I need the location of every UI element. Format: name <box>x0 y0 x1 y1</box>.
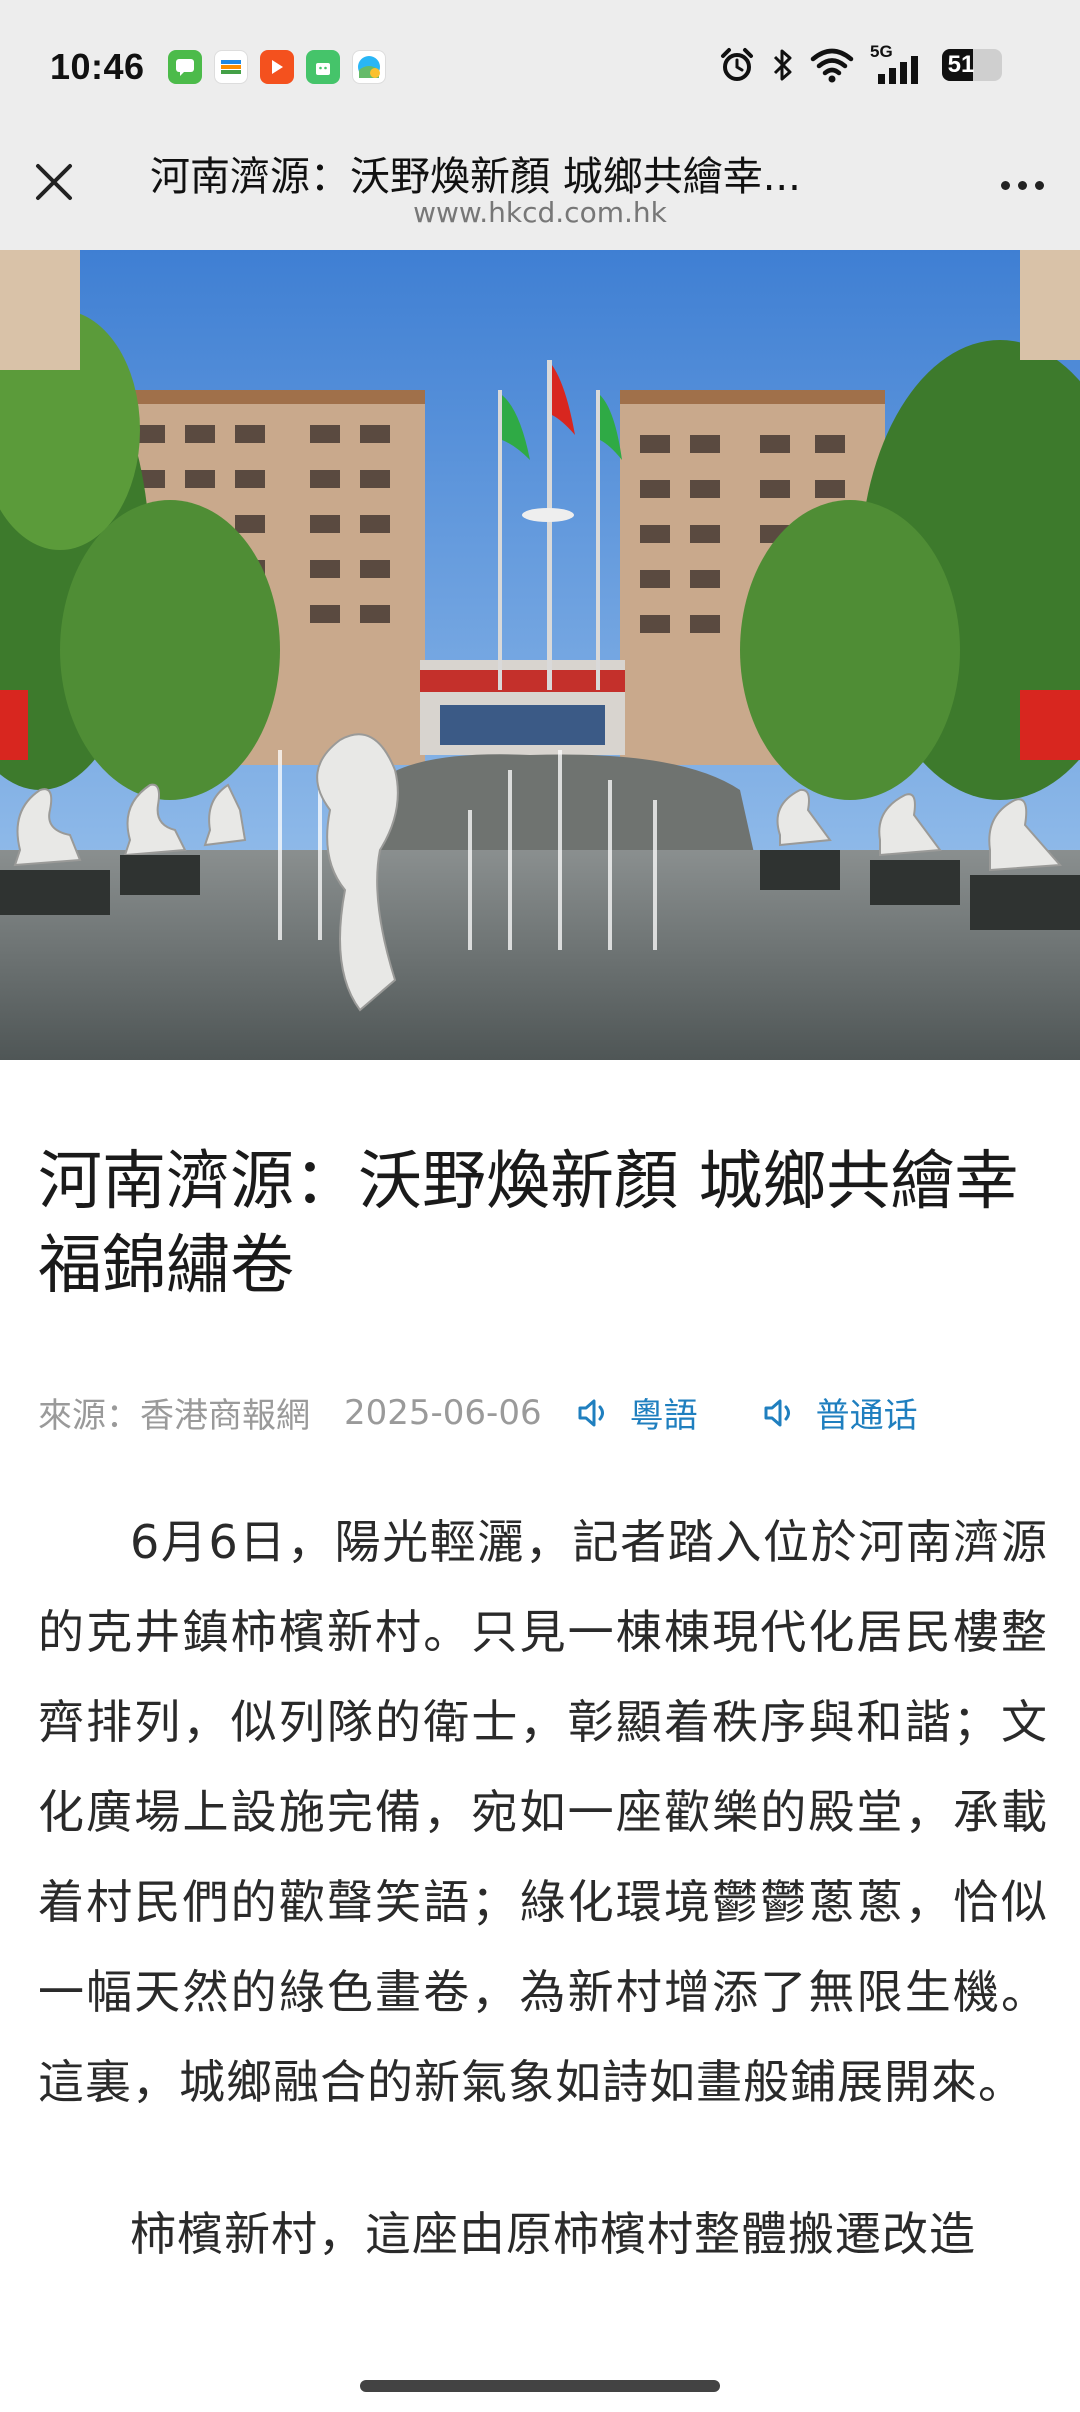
more-options-button[interactable] <box>992 160 1052 210</box>
status-bar: 10:46 5G 51 <box>0 0 1080 130</box>
cantonese-audio-button[interactable]: 粵語 <box>576 1388 698 1437</box>
speaker-icon <box>578 1399 604 1426</box>
browser-title-bar: 河南濟源：沃野煥新顏 城鄉共繪幸... www.hkcd.com.hk <box>0 130 1080 250</box>
article-meta: 來源：香港商報網 2025-06-06 粵語 普通话 <box>38 1388 1048 1437</box>
speaker-icon <box>764 1399 790 1426</box>
mandarin-audio-label: 普通话 <box>815 1396 918 1436</box>
video-app-icon <box>260 50 294 84</box>
article-headline: 河南濟源：沃野煥新顏 城鄉共繪幸福錦繡卷 <box>38 1145 1019 1303</box>
status-time: 10:46 <box>50 46 145 87</box>
messages-app-icon <box>168 50 202 84</box>
cellular-signal-icon: 5G <box>870 42 926 84</box>
article-page: 10:46 5G 51 河南濟源：沃野煥新顏 城鄉共繪幸... www.hkcd… <box>0 0 1080 2412</box>
alarm-icon <box>721 48 753 81</box>
more-dots-icon <box>1000 180 1010 190</box>
home-indicator[interactable] <box>360 2380 720 2392</box>
battery-percent: 51 <box>947 51 975 78</box>
notification-icons <box>168 50 386 84</box>
close-icon <box>36 164 72 200</box>
map-app-icon <box>352 50 386 84</box>
status-icons: 5G 51 <box>718 42 1002 84</box>
wifi-icon <box>810 48 854 83</box>
cantonese-audio-label: 粵語 <box>629 1396 698 1436</box>
article-content: 河南濟源：沃野煥新顏 城鄉共繪幸福錦繡卷 來源：香港商報網 2025-06-06… <box>38 1140 1048 2279</box>
article-paragraph: 6月6日，陽光輕灑，記者踏入位於河南濟源的克井鎮柿檳新村。只見一棟棟現代化居民樓… <box>38 1515 1048 2109</box>
article-hero-image[interactable] <box>0 250 1080 1060</box>
article-date: 2025-06-06 <box>344 1392 542 1433</box>
page-title: 河南濟源：沃野煥新顏 城鄉共繪幸... <box>150 154 801 200</box>
wallet-app-icon <box>214 50 248 84</box>
bluetooth-icon <box>773 49 792 81</box>
battery-icon: 51 <box>942 49 1002 81</box>
close-button[interactable] <box>28 156 80 208</box>
page-url: www.hkcd.com.hk <box>413 196 667 229</box>
article-source: 來源：香港商報網 <box>38 1396 310 1436</box>
village-fountain-photo <box>0 250 1080 1060</box>
article-paragraph: 柿檳新村，這座由原柿檳村整體搬遷改造 <box>130 2207 976 2261</box>
store-app-icon <box>306 50 340 84</box>
mandarin-audio-button[interactable]: 普通话 <box>762 1388 918 1437</box>
